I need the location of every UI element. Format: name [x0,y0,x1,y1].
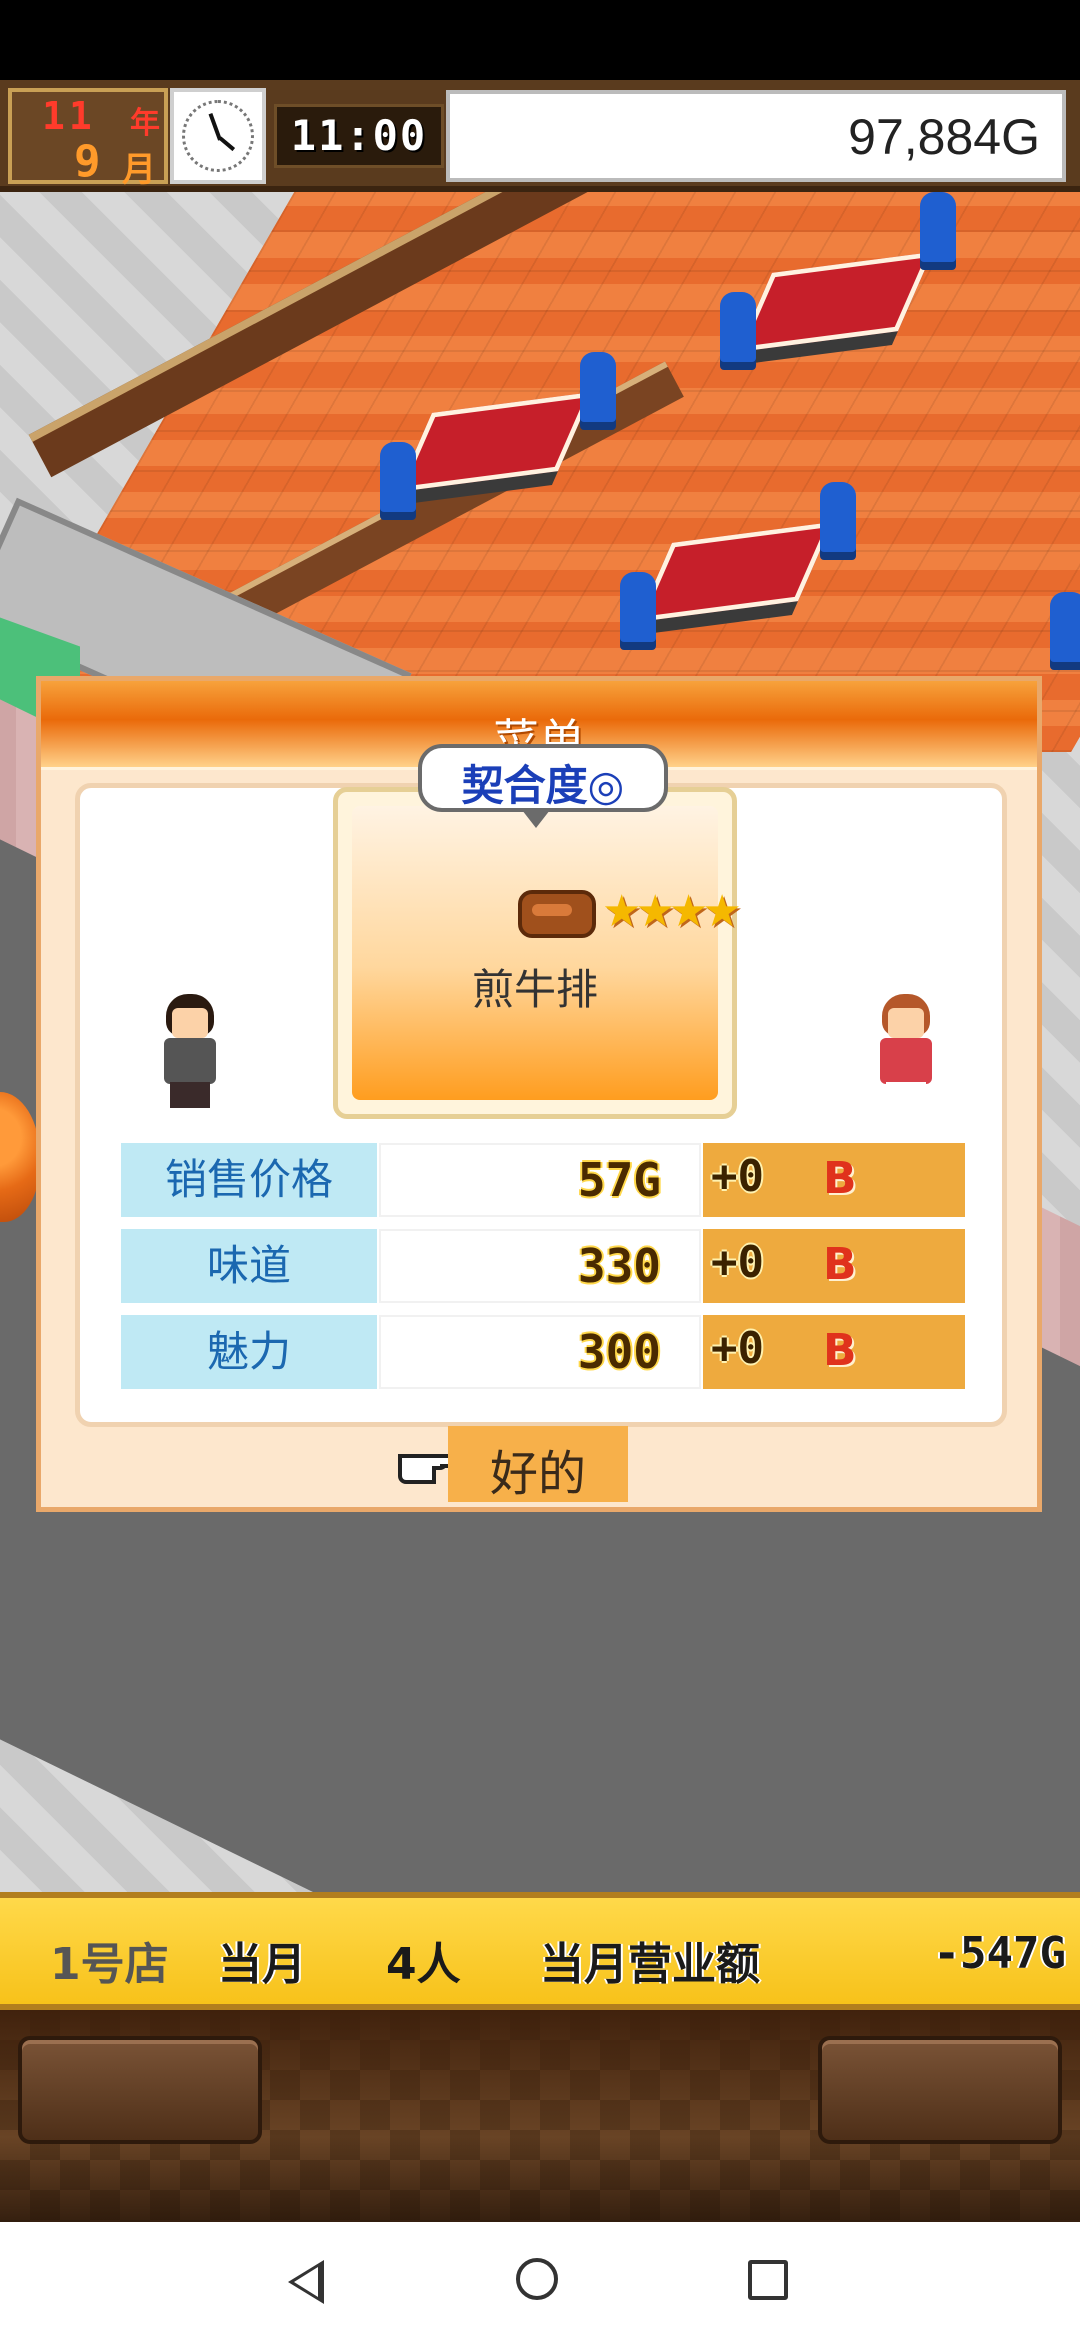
money-value: 97,884G [848,109,1040,165]
left-menu-button[interactable] [18,2036,262,2144]
stat-grade: B [823,1239,857,1290]
chair [380,442,416,512]
stat-grade: B [823,1325,857,1376]
store-info-bar[interactable]: 1号店 当月 4人 当月营业额 -547G [0,1892,1080,2010]
stat-bonus: +0 [711,1237,764,1288]
stat-row-price: 销售价格 57G +0 B [121,1143,965,1217]
chair [820,482,856,552]
waitress-character [868,994,948,1110]
bottom-control-area [0,2010,1080,2222]
stat-label: 销售价格 [121,1143,377,1217]
revenue-value: -547G [933,1928,1066,1979]
store-name: 1号店 [50,1939,169,1990]
stat-label: 魅力 [121,1315,377,1389]
recent-apps-icon[interactable] [748,2260,788,2300]
stat-value: 300 [577,1325,661,1379]
clock-icon [170,88,266,184]
stat-row-appeal: 魅力 300 +0 B [121,1315,965,1389]
stat-value: 57G [577,1153,661,1207]
status-bar [0,0,1080,80]
stat-bonus: +0 [711,1323,764,1374]
stat-bonus: +0 [711,1151,764,1202]
year-unit: 年 [130,106,160,141]
chef-character [152,994,232,1110]
home-icon[interactable] [516,2258,558,2300]
chair [580,352,616,422]
ok-button-label: 好的 [489,1446,586,1502]
stat-label: 味道 [121,1229,377,1303]
chair [1050,592,1080,662]
stat-grade: B [823,1153,857,1204]
chair [620,572,656,642]
back-icon[interactable] [288,2260,324,2304]
year-value: 11 [42,94,96,138]
dish-name: 煎牛排 [471,965,598,1014]
compatibility-label: 契合度◎ [461,761,625,810]
chair [720,292,756,362]
system-nav-bar [0,2222,1080,2340]
compatibility-bubble: 契合度◎ [418,744,668,828]
period-label: 当月 [218,1939,306,1990]
time-display: 11:00 [274,104,444,168]
top-hud: 11 年 9 月 11:00 97,884G [0,80,1080,192]
dish-card[interactable]: ★★★★ 煎牛排 [333,787,742,1119]
month-value: 9 [74,136,101,187]
stat-row-taste: 味道 330 +0 B [121,1229,965,1303]
ok-button[interactable]: 好的 [448,1426,628,1502]
chair [920,192,956,262]
steak-icon [518,890,596,938]
date-panel: 11 年 9 月 [8,88,168,190]
money-display: 97,884G [446,90,1066,182]
month-unit: 月 [122,150,156,190]
right-menu-button[interactable] [818,2036,1062,2144]
rating-stars: ★★★★ [602,886,742,937]
customer-count: 4人 [386,1939,461,1990]
revenue-label: 当月营业额 [540,1939,760,1990]
stat-value: 330 [577,1239,661,1293]
